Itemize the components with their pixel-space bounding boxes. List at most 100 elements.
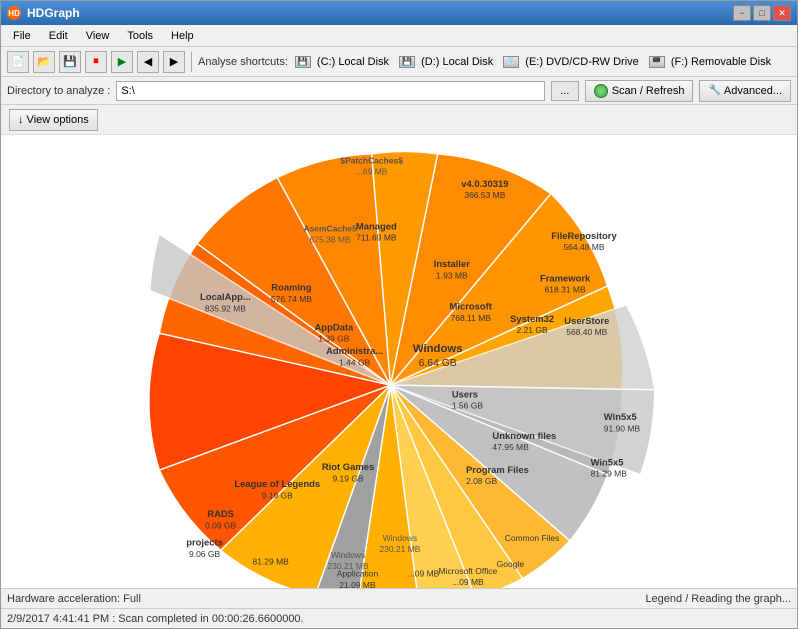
shortcut-d[interactable]: 💾 (D:) Local Disk xyxy=(396,55,496,69)
svg-text:81.29 MB: 81.29 MB xyxy=(591,469,628,479)
svg-text:711.69 MB: 711.69 MB xyxy=(356,233,397,243)
svg-text:Administra...: Administra... xyxy=(326,345,383,356)
svg-text:675.38 MB: 675.38 MB xyxy=(310,235,351,245)
toolbar-stop[interactable]: ⏹ xyxy=(85,51,107,73)
svg-text:1.56 GB: 1.56 GB xyxy=(452,401,483,411)
svg-text:Google: Google xyxy=(497,559,525,569)
title-bar-buttons: − □ ✕ xyxy=(733,5,791,21)
main-window: HD HDGraph − □ ✕ File Edit View Tools He… xyxy=(0,0,798,629)
toolbar-sep1 xyxy=(191,52,192,72)
browse-button[interactable]: ... xyxy=(551,81,579,101)
shortcut-c[interactable]: 💾 (C:) Local Disk xyxy=(292,55,392,69)
close-button[interactable]: ✕ xyxy=(773,5,791,21)
options-bar: ↓ View options xyxy=(1,105,797,135)
svg-text:91.90 MB: 91.90 MB xyxy=(604,423,641,433)
shortcut-f-label: (F:) Removable Disk xyxy=(668,56,771,68)
maximize-button[interactable]: □ xyxy=(753,5,771,21)
svg-text:AsemCache5: AsemCache5 xyxy=(303,223,357,233)
window-title: HDGraph xyxy=(27,6,80,20)
toolbar-back[interactable]: ◀ xyxy=(137,51,159,73)
svg-text:Riot Games: Riot Games xyxy=(322,461,374,472)
svg-text:1.44 GB: 1.44 GB xyxy=(339,357,370,367)
svg-text:Common Files: Common Files xyxy=(505,533,560,543)
legend-link[interactable]: Legend / Reading the graph... xyxy=(645,593,791,605)
svg-text:21.09 MB: 21.09 MB xyxy=(339,580,376,588)
shortcuts-label: Analyse shortcuts: xyxy=(198,56,288,68)
toolbar-open[interactable]: 📂 xyxy=(33,51,55,73)
svg-text:618.31 MB: 618.31 MB xyxy=(545,285,586,295)
svg-text:2.08 GB: 2.08 GB xyxy=(466,476,497,486)
svg-text:47.95 MB: 47.95 MB xyxy=(492,442,529,452)
menu-file[interactable]: File xyxy=(5,28,39,44)
app-icon: HD xyxy=(7,6,21,20)
shortcut-f[interactable]: 🖥️ (F:) Removable Disk xyxy=(646,55,774,69)
svg-text:1.93 MB: 1.93 MB xyxy=(436,270,468,280)
drive-e-icon: 💿 xyxy=(503,56,519,68)
minimize-button[interactable]: − xyxy=(733,5,751,21)
svg-text:Windows: Windows xyxy=(413,343,463,355)
svg-text:230.21 MB: 230.21 MB xyxy=(379,544,420,554)
svg-text:System32: System32 xyxy=(510,313,554,324)
svg-text:Unknown files: Unknown files xyxy=(492,430,556,441)
bottom-bar: 2/9/2017 4:41:41 PM : Scan completed in … xyxy=(1,608,797,628)
view-options-label: ↓ View options xyxy=(18,114,89,126)
shortcut-e[interactable]: 💿 (E:) DVD/CD-RW Drive xyxy=(500,55,642,69)
main-content[interactable]: C:\ 23.08 GB xyxy=(1,135,797,588)
advanced-label: Advanced... xyxy=(724,85,782,97)
menu-edit[interactable]: Edit xyxy=(41,28,76,44)
status-bar: Hardware acceleration: Full Legend / Rea… xyxy=(1,588,797,608)
toolbar-refresh[interactable]: ▶ xyxy=(111,51,133,73)
svg-text:9.19 GB: 9.19 GB xyxy=(262,490,293,500)
svg-text:$PatchCaches$: $PatchCaches$ xyxy=(340,155,403,165)
svg-text:v4.0.30319: v4.0.30319 xyxy=(461,178,508,189)
svg-text:230.21 MB: 230.21 MB xyxy=(328,561,369,571)
toolbar: 📄 📂 💾 ⏹ ▶ ◀ ▶ Analyse shortcuts: 💾 (C:) … xyxy=(1,47,797,77)
shortcut-e-label: (E:) DVD/CD-RW Drive xyxy=(522,56,639,68)
drive-f-icon: 🖥️ xyxy=(649,56,665,68)
address-input[interactable] xyxy=(116,81,544,101)
scan-refresh-button[interactable]: Scan / Refresh xyxy=(585,80,694,102)
svg-text:835.92 MB: 835.92 MB xyxy=(205,303,246,313)
svg-text:projects: projects xyxy=(186,537,223,548)
svg-text:League of Legends: League of Legends xyxy=(234,478,320,489)
svg-text:LocalApp...: LocalApp... xyxy=(200,291,251,302)
advanced-icon: 🔧 xyxy=(708,85,720,96)
svg-text:AppData: AppData xyxy=(315,321,354,332)
scan-icon xyxy=(594,84,608,98)
address-bar: Directory to analyze : ... Scan / Refres… xyxy=(1,77,797,105)
toolbar-forward[interactable]: ▶ xyxy=(163,51,185,73)
graph-area[interactable]: C:\ 23.08 GB xyxy=(1,135,797,588)
scan-label: Scan / Refresh xyxy=(612,85,685,97)
svg-text:Managed: Managed xyxy=(356,220,397,231)
svg-text:Users: Users xyxy=(452,388,478,399)
svg-text:568.40 MB: 568.40 MB xyxy=(566,327,607,337)
svg-text:Windows: Windows xyxy=(383,533,417,543)
menu-tools[interactable]: Tools xyxy=(119,28,161,44)
toolbar-save[interactable]: 💾 xyxy=(59,51,81,73)
svg-text:6.64 GB: 6.64 GB xyxy=(419,358,457,369)
drive-c-icon: 💾 xyxy=(295,56,311,68)
scan-info-label: 2/9/2017 4:41:41 PM : Scan completed in … xyxy=(7,613,304,625)
disk-chart[interactable]: C:\ 23.08 GB xyxy=(1,135,797,588)
svg-text:Program Files: Program Files xyxy=(466,464,529,475)
menu-bar: File Edit View Tools Help xyxy=(1,25,797,47)
title-bar: HD HDGraph − □ ✕ xyxy=(1,1,797,25)
svg-text:Installer: Installer xyxy=(434,258,470,269)
svg-text:2.21 GB: 2.21 GB xyxy=(516,325,547,335)
menu-help[interactable]: Help xyxy=(163,28,202,44)
svg-text:366.53 MB: 366.53 MB xyxy=(464,190,505,200)
svg-text:576.74 MB: 576.74 MB xyxy=(271,294,312,304)
svg-text:Microsoft: Microsoft xyxy=(450,301,493,312)
svg-text:RADS: RADS xyxy=(207,508,234,519)
svg-text:Microsoft Office: Microsoft Office xyxy=(439,566,498,576)
svg-text:UserStore: UserStore xyxy=(564,315,609,326)
address-label: Directory to analyze : xyxy=(7,85,110,97)
advanced-button[interactable]: 🔧 Advanced... xyxy=(699,80,791,102)
toolbar-new[interactable]: 📄 xyxy=(7,51,29,73)
menu-view[interactable]: View xyxy=(78,28,118,44)
svg-text:Framework: Framework xyxy=(540,272,591,283)
svg-text:...09 MB: ...09 MB xyxy=(452,577,484,587)
svg-text:9.06 GB: 9.06 GB xyxy=(189,549,220,559)
svg-text:...69 MB: ...69 MB xyxy=(356,167,388,177)
view-options-button[interactable]: ↓ View options xyxy=(9,109,98,131)
